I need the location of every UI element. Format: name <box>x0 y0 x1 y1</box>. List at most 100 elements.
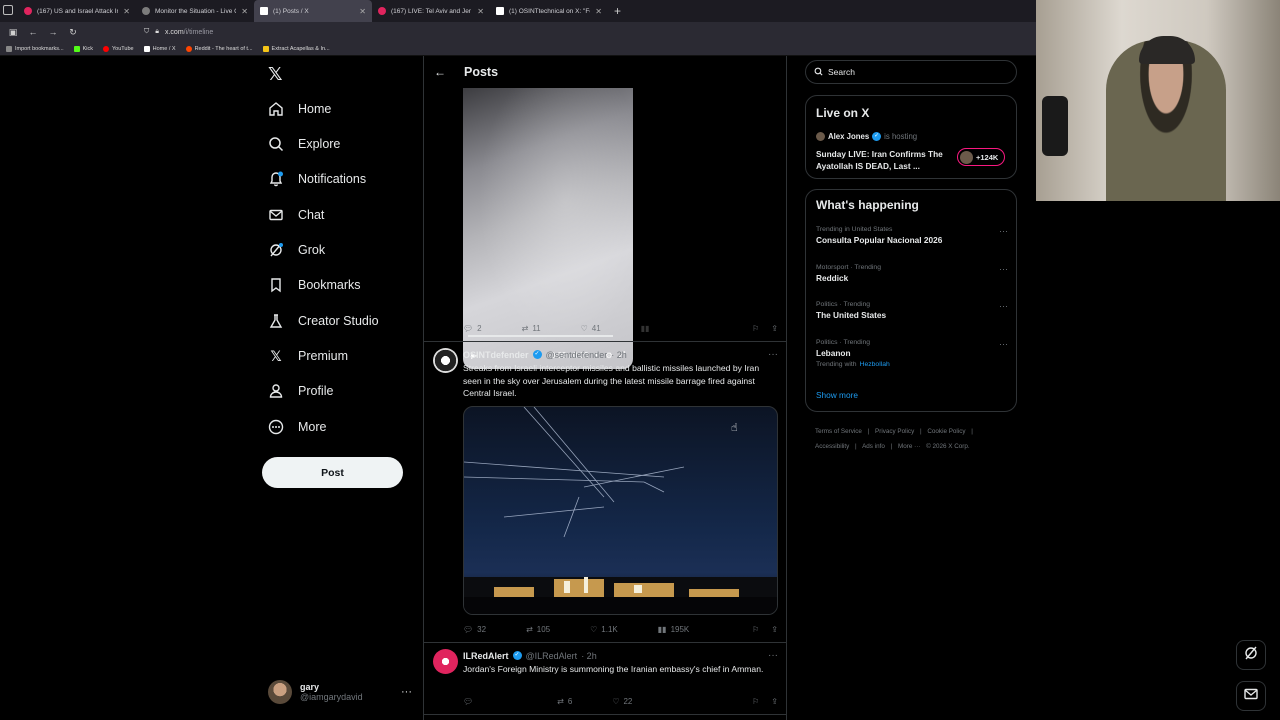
nav-item-profile[interactable]: Profile <box>268 379 333 403</box>
close-tab-icon[interactable]: ✕ <box>477 7 484 16</box>
new-tab-button[interactable]: + <box>614 4 621 18</box>
browser-tab[interactable]: Monitor the Situation - Live Gl ✕ <box>136 0 254 22</box>
trend-item[interactable]: Politics · Trending The United States ··… <box>816 301 1008 320</box>
footer-link[interactable]: Privacy Policy <box>875 428 914 435</box>
nav-item-more[interactable]: More <box>268 415 326 439</box>
trending-with-link[interactable]: Hezbollah <box>860 361 890 368</box>
show-more-link[interactable]: Show more <box>816 390 858 400</box>
grok-icon <box>268 242 284 258</box>
bookmark-item[interactable]: Reddit - The heart of t... <box>185 45 253 52</box>
footer-separator: | <box>867 428 870 435</box>
bookmark-icon[interactable]: ⚐ <box>752 324 759 333</box>
like-button[interactable]: ♡ 1.1K <box>590 625 618 634</box>
like-button[interactable]: ♡ 22 <box>612 697 632 706</box>
nav-item-premium[interactable]: 𝕏 Premium <box>268 344 348 368</box>
views-button[interactable]: ▮▮ <box>641 324 650 333</box>
repost-button[interactable]: ⇄ 11 <box>522 324 541 333</box>
nav-item-chat[interactable]: Chat <box>268 203 324 227</box>
close-tab-icon[interactable]: ✕ <box>241 7 248 16</box>
tweet-image[interactable] <box>463 406 778 615</box>
author-name[interactable]: OSINTdefender <box>463 350 529 360</box>
back-arrow-icon[interactable]: ← <box>434 65 446 79</box>
live-host[interactable]: Alex Jones ✓ is hosting <box>816 132 917 141</box>
trend-item[interactable]: Trending in United States Consulta Popul… <box>816 226 1008 245</box>
x-logo-icon[interactable]: 𝕏 <box>268 64 283 85</box>
more-options-icon[interactable]: ··· <box>768 650 778 661</box>
views-button[interactable]: ▮▮ 195K <box>658 625 690 634</box>
nav-item-grok[interactable]: Grok <box>268 238 325 262</box>
author-handle[interactable]: @sentdefender <box>546 350 608 360</box>
avatar[interactable] <box>433 348 458 373</box>
footer-link[interactable]: Cookie Policy <box>927 428 965 435</box>
nav-item-notifications[interactable]: Notifications <box>268 167 366 191</box>
author-handle[interactable]: @ILRedAlert <box>526 651 578 661</box>
more-options-icon[interactable]: ··· <box>999 264 1008 274</box>
tab-title: (167) US and Israel Attack Iran <box>37 7 119 15</box>
reply-icon: 💬︎ <box>463 624 474 634</box>
browser-tab[interactable]: (167) US and Israel Attack Iran ✕ <box>18 0 136 22</box>
repost-button[interactable]: ⇄ 105 <box>526 625 550 634</box>
more-options-icon[interactable]: ··· <box>999 226 1008 236</box>
streamer-figure <box>1106 40 1226 201</box>
account-switcher[interactable]: gary @iamgarydavid ··· <box>268 680 412 704</box>
like-button[interactable]: ♡ 41 <box>581 324 601 333</box>
listener-count-badge[interactable]: +124K <box>957 148 1006 166</box>
bookmark-icon[interactable]: ⚐ <box>752 625 759 634</box>
post-age[interactable]: · 2h <box>581 651 597 661</box>
nav-item-bookmarks[interactable]: Bookmarks <box>268 273 361 297</box>
post-button[interactable]: Post <box>262 457 403 488</box>
trend-name: Consulta Popular Nacional 2026 <box>816 235 943 245</box>
tab-overview-icon[interactable] <box>3 5 13 15</box>
more-options-icon[interactable]: ··· <box>999 301 1008 311</box>
bookmark-item[interactable]: Extract Acapellas & In... <box>262 45 330 52</box>
share-icon[interactable]: ⇪ <box>771 625 778 634</box>
sidebar-toggle-icon[interactable]: ▣ <box>8 27 18 38</box>
more-options-icon[interactable]: ··· <box>768 349 778 360</box>
footer-link[interactable]: Ads info <box>862 443 885 450</box>
trend-item[interactable]: Politics · Trending Lebanon Trending wit… <box>816 339 1008 368</box>
share-icon[interactable]: ⇪ <box>771 324 778 333</box>
grok-floating-button[interactable] <box>1236 640 1266 670</box>
nav-item-creator-studio[interactable]: Creator Studio <box>268 309 379 333</box>
reply-button[interactable]: 💬︎ 32 <box>463 625 486 634</box>
close-tab-icon[interactable]: ✕ <box>595 7 602 16</box>
close-tab-icon[interactable]: ✕ <box>123 7 130 16</box>
bookmark-item[interactable]: Kick <box>73 45 93 52</box>
footer-link[interactable]: Accessibility <box>815 443 849 450</box>
author-name[interactable]: ILRedAlert <box>463 651 509 661</box>
share-icon[interactable]: ⇪ <box>771 697 778 706</box>
avatar[interactable] <box>433 649 458 674</box>
live-title[interactable]: Sunday LIVE: Iran Confirms The Ayatollah… <box>816 148 956 172</box>
browser-tab[interactable]: (167) LIVE: Tel Aviv and Jer ✕ <box>372 0 490 22</box>
bookmark-item[interactable]: YouTube <box>103 45 134 52</box>
youtube-icon <box>103 45 109 52</box>
back-arrow-icon[interactable]: ← <box>28 27 38 37</box>
tab-title: (167) LIVE: Tel Aviv and Jer <box>391 7 471 15</box>
browser-tab[interactable]: (1) OSINTtechnical on X: "Foota ✕ <box>490 0 608 22</box>
reply-button[interactable]: 💬︎ 2 <box>463 324 482 333</box>
bookmark-item[interactable]: Home / X <box>143 45 176 52</box>
more-options-icon[interactable]: ··· <box>401 686 412 698</box>
nav-item-home[interactable]: Home <box>268 97 331 121</box>
footer-link[interactable]: Terms of Service <box>815 428 862 435</box>
more-options-icon[interactable]: ··· <box>999 339 1008 349</box>
search-input[interactable]: Search <box>805 60 1017 84</box>
post-age[interactable]: · 2h <box>611 350 627 360</box>
reload-icon[interactable]: ↻ <box>68 27 78 38</box>
trend-item[interactable]: Motorsport · Trending Reddick ··· <box>816 264 1008 283</box>
x-icon <box>143 45 150 52</box>
bookmark-icon[interactable]: ⚐ <box>752 697 759 706</box>
footer-link[interactable]: More ··· <box>898 443 920 450</box>
nav-item-explore[interactable]: Explore <box>268 132 340 156</box>
bookmark-item[interactable]: Import bookmarks... <box>6 45 64 52</box>
address-bar[interactable]: ⛉ 🔒︎ x.com/i/timeline <box>144 28 213 36</box>
video-progress-bar[interactable] <box>468 335 613 337</box>
account-name: gary <box>300 682 320 692</box>
browser-tab-active[interactable]: (1) Posts / X ✕ <box>254 0 372 22</box>
close-tab-icon[interactable]: ✕ <box>359 7 366 16</box>
reply-button[interactable]: 💬︎ <box>463 697 477 706</box>
messages-floating-button[interactable] <box>1236 681 1266 711</box>
repost-button[interactable]: ⇄ 6 <box>557 697 572 706</box>
forward-arrow-icon[interactable]: → <box>48 27 58 37</box>
trending-with-label: Trending with <box>816 361 857 368</box>
